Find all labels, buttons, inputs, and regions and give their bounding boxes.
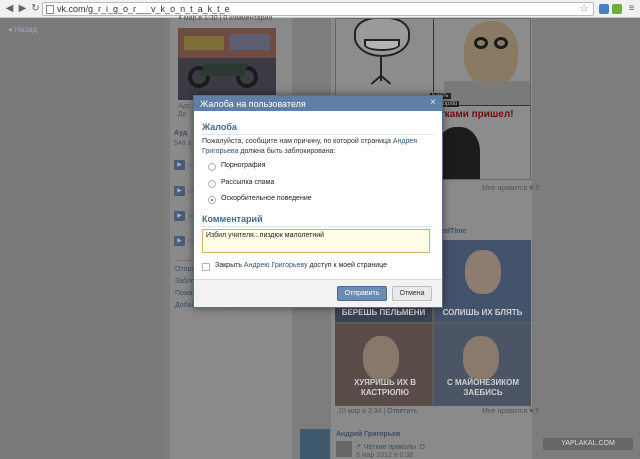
like-text: Мне нравится <box>482 408 528 415</box>
like-label[interactable]: Мне нравится ♥ 3 <box>482 185 539 192</box>
post-date: 10 мар в 2:34 <box>338 408 382 415</box>
like-label[interactable]: Мне нравится ♥ 5 <box>482 408 539 415</box>
cancel-button[interactable]: Отмена <box>392 286 432 301</box>
repost-title-text: Чёткие приколы :D <box>363 444 425 451</box>
meme-caption: отками пришел! <box>434 109 514 120</box>
profile-action-link[interactable]: Пожа <box>175 290 192 297</box>
site-watermark: YAPLAKAL.COM <box>543 438 633 450</box>
like-count: 5 <box>535 408 540 415</box>
repost-title[interactable]: ↱ Чёткие приколы :D <box>356 443 425 451</box>
heart-icon: ♥ <box>529 185 534 192</box>
back-label: Назад <box>14 25 38 34</box>
putin-caption: СОЛИШЬ ИХ БЛЯТЬ <box>442 308 523 317</box>
putin-caption: С МАЙОНЕЗИКОМ ЗАЕБИСЬ <box>446 378 520 397</box>
dialog-footer: Отправить Отмена <box>194 279 442 307</box>
option-label: Порнография <box>221 162 266 169</box>
prompt-text: должна быть заблокирована: <box>238 148 336 155</box>
complaint-section-title: Жалоба <box>202 122 237 132</box>
radio-button[interactable] <box>208 163 216 171</box>
comment-textarea[interactable]: Избил учителя...пиздюк малолетний <box>202 229 430 253</box>
ad-label: Адс <box>178 103 191 110</box>
heart-icon: ♥ <box>529 408 534 415</box>
play-icon[interactable]: ▶ <box>174 211 185 221</box>
url-text: vk.com/g_r_i_g_o_r___v_k_o_n_t_a_k_t_e <box>57 4 230 14</box>
browser-toolbar: ◀ ▶ ↻ vk.com/g_r_i_g_o_r___v_k_o_n_t_a_k… <box>0 0 640 18</box>
repost-icon: ↱ <box>356 444 364 451</box>
back-arrow-icon[interactable]: ◀ <box>3 2 16 15</box>
close-icon[interactable]: × <box>430 97 436 108</box>
forward-arrow-icon[interactable]: ▶ <box>16 2 29 15</box>
radio-button-selected[interactable] <box>208 196 216 204</box>
audio-count: 548 а <box>174 140 192 147</box>
motorcycle-photo[interactable] <box>178 28 276 100</box>
divider <box>202 226 434 227</box>
send-button[interactable]: Отправить <box>337 286 387 301</box>
extension-icon[interactable] <box>599 4 609 14</box>
extension-icon[interactable] <box>612 4 622 14</box>
putin-caption: БЕРЕШЬ ПЕЛЬМЕНИ <box>341 308 426 317</box>
complaint-prompt: Пожалуйста, сообщите нам причину, по кот… <box>202 137 432 157</box>
putin-caption: ХУЯРИШЬ ИХ В КАСТРЮЛЮ <box>353 378 417 397</box>
reply-link[interactable]: Ответить <box>387 408 417 415</box>
like-text: Мне нравится <box>482 185 528 192</box>
divider <box>202 134 434 135</box>
page-icon <box>46 5 54 14</box>
checkbox-text: Закрыть <box>215 262 244 269</box>
option-label: Оскорбительное поведение <box>221 195 312 202</box>
audio-section-title[interactable]: Ауд <box>174 130 187 137</box>
comment-section-title: Комментарий <box>202 214 263 224</box>
address-bar[interactable]: vk.com/g_r_i_g_o_r___v_k_o_n_t_a_k_t_e ☆ <box>42 2 594 16</box>
play-icon[interactable]: ▶ <box>174 186 185 196</box>
dialog-header: Жалоба на пользователя × <box>194 96 442 111</box>
post-meta: 10 мар в 2:34 | Ответить <box>338 408 418 415</box>
checkbox[interactable] <box>202 263 210 271</box>
wrench-menu-icon[interactable]: ≡ <box>625 2 638 15</box>
option-label: Рассылка спама <box>221 179 275 186</box>
ad-label-2: Дв <box>178 111 187 118</box>
profile-action-link[interactable]: Забло <box>175 278 195 285</box>
post-date: 4 мар в 1:30 | 0 комментарии <box>178 15 273 22</box>
blocked-user-link[interactable]: Андрею Григорьеву <box>244 262 308 269</box>
left-sidebar: ◂ Назад <box>0 18 165 459</box>
repost-date: 5 мар 2012 в 0:38 <box>356 452 414 459</box>
bookmark-star-icon[interactable]: ☆ <box>579 2 589 15</box>
prompt-text: Пожалуйста, сообщите нам причину, по кот… <box>202 138 393 145</box>
post-author[interactable]: Андрей Григорьев <box>336 431 400 438</box>
repost-avatar[interactable] <box>336 441 352 457</box>
checkbox-label: Закрыть Андрею Григорьеву доступ к моей … <box>215 262 387 269</box>
radio-button[interactable] <box>208 180 216 188</box>
like-count: 3 <box>535 185 540 192</box>
play-icon[interactable]: ▶ <box>174 236 185 246</box>
reload-icon[interactable]: ↻ <box>29 2 42 15</box>
play-icon[interactable]: ▶ <box>174 160 185 170</box>
checkbox-text: доступ к моей странице <box>307 262 387 269</box>
report-user-dialog: Жалоба на пользователя × Жалоба Пожалуйс… <box>193 95 443 308</box>
dialog-title: Жалоба на пользователя <box>200 99 306 109</box>
avatar[interactable] <box>300 429 330 459</box>
back-link[interactable]: ◂ Назад <box>8 25 37 34</box>
